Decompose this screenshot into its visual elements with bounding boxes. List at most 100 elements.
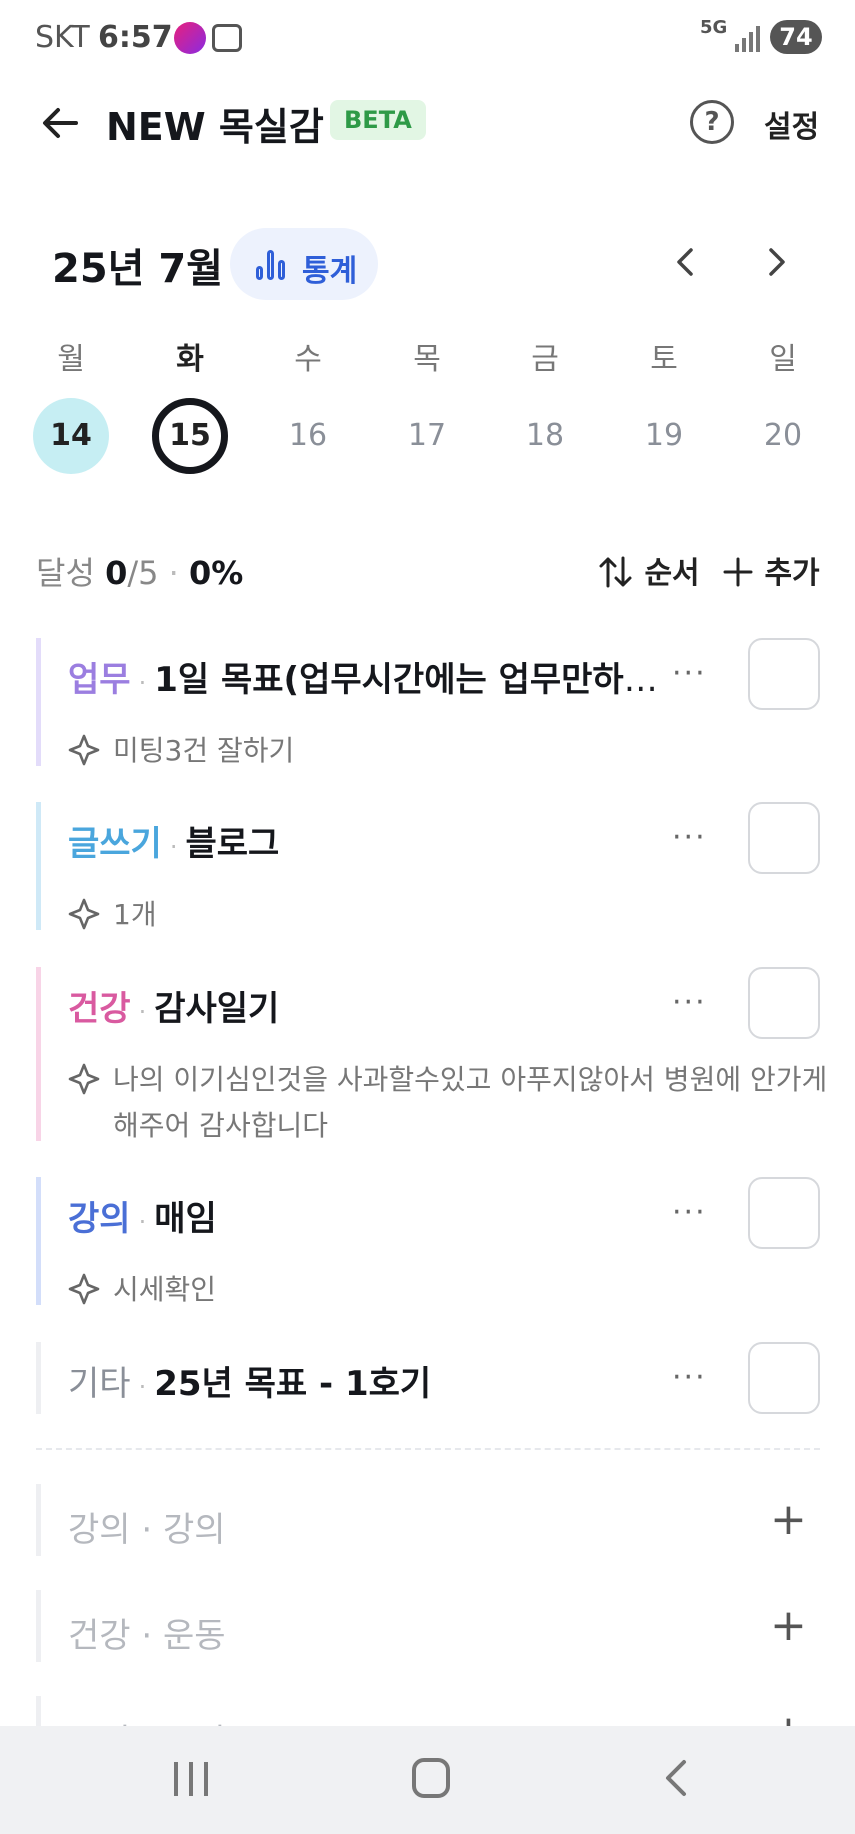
more-button[interactable]: ··· [672, 1195, 707, 1230]
day-19[interactable]: 19 [626, 398, 702, 474]
clock: 6:57 [98, 20, 173, 55]
task-checkbox[interactable] [748, 802, 820, 874]
task-checkbox[interactable] [748, 1342, 820, 1414]
more-button[interactable]: ··· [672, 656, 707, 691]
task-checkbox[interactable] [748, 1177, 820, 1249]
task-item[interactable]: 강의 · 매임 ··· 시세확인 [36, 1177, 820, 1306]
home-icon[interactable] [412, 1758, 450, 1798]
separator: · [169, 833, 178, 861]
day-18[interactable]: 18 [507, 398, 583, 474]
task-title: 25년 목표 - 1호기 [154, 1364, 432, 1404]
task-note: 시세확인 [68, 1267, 748, 1313]
weekday-sun: 일 [769, 342, 797, 377]
sparkle-icon [68, 1273, 100, 1305]
progress-label: 달성 [36, 554, 95, 592]
settings-button[interactable]: 설정 [764, 102, 819, 146]
sort-icon [599, 556, 632, 588]
weekday-thu: 목 [413, 342, 441, 377]
add-label: 추가 [764, 556, 820, 591]
add-suggestion-button[interactable]: + [770, 1600, 807, 1651]
task-note: 나의 이기심인것을 사과할수있고 아푸지않아서 병원에 안가게 해주어 감사합니… [68, 1057, 828, 1149]
bar-chart-icon [256, 248, 288, 280]
order-label: 순서 [644, 556, 700, 591]
task-item[interactable]: 기타 · 25년 목표 - 1호기 ··· [36, 1342, 820, 1414]
weekday-mon: 월 [57, 342, 85, 377]
app-notification-icon [174, 22, 206, 54]
task-note: 미팅3건 잘하기 [68, 728, 748, 774]
help-button[interactable]: ? [690, 100, 734, 144]
plus-icon [723, 557, 753, 587]
weekday-sat: 토 [650, 342, 678, 377]
task-title: 매임 [154, 1199, 217, 1239]
chevron-right-icon[interactable] [754, 240, 798, 284]
separator: · [138, 998, 147, 1026]
task-category: 건강 [68, 989, 131, 1029]
suggested-label: 건강 · 운동 [68, 1616, 226, 1656]
beta-badge: BETA [330, 100, 426, 140]
task-title: 감사일기 [154, 989, 280, 1029]
category-bar [36, 1696, 41, 1726]
system-back-icon[interactable] [656, 1756, 696, 1800]
progress-total: /5 [127, 554, 159, 592]
day-17[interactable]: 17 [389, 398, 465, 474]
weekday-fri: 금 [531, 342, 559, 377]
carrier-label: SKT [35, 20, 90, 55]
separator: · [138, 1208, 147, 1236]
day-16[interactable]: 16 [270, 398, 346, 474]
task-heading: 기타 · 25년 목표 - 1호기 [68, 1356, 668, 1405]
category-bar [36, 1342, 41, 1414]
add-suggestion-button[interactable]: + [770, 1494, 807, 1545]
task-heading: 글쓰기 · 블로그 [68, 816, 668, 865]
task-heading: 업무 · 1일 목표(업무시간에는 업무만하기) [68, 652, 668, 701]
weekday-wed: 수 [294, 342, 322, 377]
progress-done: 0 [105, 554, 128, 592]
recent-apps-icon[interactable] [172, 1762, 212, 1798]
separator: · [168, 554, 179, 592]
day-14[interactable]: 14 [33, 398, 109, 474]
progress-percent: 0% [188, 554, 244, 592]
task-category: 기타 [68, 1364, 131, 1404]
day-20[interactable]: 20 [745, 398, 821, 474]
task-item[interactable]: 건강 · 감사일기 ··· 나의 이기심인것을 사과할수있고 아푸지않아서 병원에 … [36, 967, 827, 1142]
battery-indicator: 74 [770, 20, 822, 54]
more-button[interactable]: ··· [672, 1360, 707, 1395]
network-type: 5G [700, 17, 728, 38]
category-bar [36, 967, 41, 1141]
suggested-item[interactable]: 강의 · 강의 + [36, 1484, 820, 1556]
back-arrow-icon[interactable] [36, 98, 86, 148]
category-bar [36, 1484, 41, 1556]
add-button[interactable]: 추가 [722, 548, 820, 592]
stats-label: 통계 [302, 254, 358, 289]
sparkle-icon [68, 898, 100, 930]
order-button[interactable]: 순서 [598, 548, 700, 592]
page-title: NEW 목실감 [106, 105, 324, 149]
system-nav-bar [0, 1726, 855, 1834]
task-category: 강의 [68, 1199, 131, 1239]
status-bar: SKT 6:57 5G 74 [0, 0, 855, 76]
task-category: 글쓰기 [68, 824, 162, 864]
stats-button[interactable]: 통계 [230, 228, 378, 300]
sparkle-icon [68, 734, 100, 766]
suggested-label: 독서 · 독서 [68, 1714, 226, 1726]
signal-icon [735, 24, 761, 52]
screenshot-icon [212, 24, 242, 52]
task-note-text: 나의 이기심인것을 사과할수있고 아푸지않아서 병원에 안가게 해주어 감사합니… [113, 1063, 828, 1142]
add-suggestion-button[interactable]: + [770, 1706, 807, 1726]
task-category: 업무 [68, 660, 131, 700]
chevron-left-icon[interactable] [664, 240, 708, 284]
task-checkbox[interactable] [748, 967, 820, 1039]
task-title: 블로그 [185, 824, 280, 864]
task-heading: 건강 · 감사일기 [68, 981, 668, 1030]
day-15[interactable]: 15 [152, 398, 228, 474]
task-item[interactable]: 업무 · 1일 목표(업무시간에는 업무만하기) ··· 미팅3건 잘하기 [36, 638, 820, 767]
month-label: 25년 7월 [52, 246, 224, 292]
task-checkbox[interactable] [748, 638, 820, 710]
category-bar [36, 1590, 41, 1662]
suggested-item[interactable]: 독서 · 독서 + [36, 1696, 820, 1726]
category-bar [36, 638, 41, 766]
category-bar [36, 1177, 41, 1305]
task-item[interactable]: 글쓰기 · 블로그 ··· 1개 [36, 802, 820, 931]
suggested-item[interactable]: 건강 · 운동 + [36, 1590, 820, 1662]
more-button[interactable]: ··· [672, 820, 707, 855]
more-button[interactable]: ··· [672, 985, 707, 1020]
